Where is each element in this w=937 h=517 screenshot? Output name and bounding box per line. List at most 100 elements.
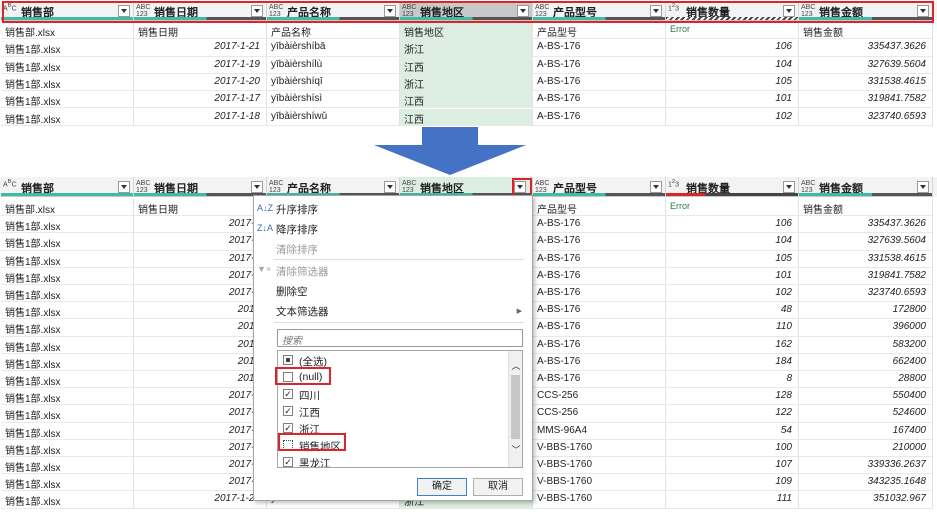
menu-text-filters[interactable]: 文本筛选器	[276, 304, 329, 319]
table-cell[interactable]: CCS-256	[533, 405, 666, 423]
table-cell[interactable]: 2017	[134, 336, 267, 354]
table-cell[interactable]: A-BS-176	[533, 39, 666, 57]
table-cell[interactable]: A-BS-176	[533, 250, 666, 268]
table-cell[interactable]: Error	[666, 22, 799, 40]
table-cell[interactable]: 江西	[400, 108, 533, 126]
table-cell[interactable]: 101	[666, 267, 799, 286]
table-cell[interactable]: A-BS-176	[533, 302, 666, 320]
table-cell[interactable]: 2017-1	[134, 439, 267, 458]
table-cell[interactable]: 销售1部.xlsx	[1, 267, 134, 286]
table-cell[interactable]: 销售日期	[134, 199, 267, 217]
table-cell[interactable]: 销售1部.xlsx	[1, 285, 134, 303]
menu-sort-descending[interactable]: 降序排序	[276, 222, 318, 237]
table-cell[interactable]: yībàièrshíbā	[267, 39, 400, 57]
table-cell[interactable]: 浙江	[400, 39, 533, 57]
table-cell[interactable]: 102	[666, 108, 799, 126]
table-cell[interactable]: 2017-1	[134, 405, 267, 423]
table-cell[interactable]: 111	[666, 491, 799, 509]
table-cell[interactable]: A-BS-176	[533, 267, 666, 286]
table-cell[interactable]: A-BS-176	[533, 353, 666, 372]
list-scrollbar[interactable]: ︿ ﹀	[508, 351, 522, 467]
table-cell[interactable]: 2017-1	[134, 457, 267, 475]
table-cell[interactable]: A-BS-176	[533, 285, 666, 303]
table-cell[interactable]: 583200	[799, 336, 933, 354]
table-cell[interactable]: yībàièrshílù	[267, 56, 400, 74]
scroll-thumb[interactable]	[511, 375, 520, 439]
table-cell[interactable]: 销售地区	[400, 22, 533, 40]
col-header-product[interactable]: ABC 123 产品名称	[267, 177, 400, 197]
table-cell[interactable]: 162	[666, 336, 799, 354]
table-cell[interactable]: 351032.967	[799, 491, 933, 509]
table-cell[interactable]: A-BS-176	[533, 91, 666, 109]
table-cell[interactable]: 浙江	[400, 73, 533, 92]
table-cell[interactable]: 100	[666, 439, 799, 458]
table-cell[interactable]: 销售部.xlsx	[1, 199, 134, 217]
table-cell[interactable]: 323740.6593	[799, 108, 933, 126]
table-cell[interactable]: 销售1部.xlsx	[1, 405, 134, 423]
table-cell[interactable]: 105	[666, 73, 799, 92]
table-cell[interactable]: 2017-1	[134, 267, 267, 286]
table-cell[interactable]: 109	[666, 474, 799, 492]
table-cell[interactable]: 105	[666, 250, 799, 268]
filter-dropdown-icon[interactable]	[917, 181, 929, 193]
table-cell[interactable]: 172800	[799, 302, 933, 320]
table-cell[interactable]: 销售1部.xlsx	[1, 302, 134, 320]
checkbox-partial-icon[interactable]	[283, 355, 293, 365]
table-cell[interactable]: 销售1部.xlsx	[1, 233, 134, 251]
table-cell[interactable]: 2017-1	[134, 233, 267, 251]
table-cell[interactable]: 319841.7582	[799, 267, 933, 286]
table-cell[interactable]: 销售金额	[799, 199, 933, 217]
table-cell[interactable]: 331538.4615	[799, 73, 933, 92]
table-cell[interactable]: A-BS-176	[533, 371, 666, 389]
table-cell[interactable]: CCS-256	[533, 388, 666, 406]
table-cell[interactable]: 2017-1	[134, 216, 267, 234]
table-cell[interactable]: 2017	[134, 371, 267, 389]
table-cell[interactable]: 2017-1	[134, 474, 267, 492]
table-cell[interactable]: 2017	[134, 353, 267, 372]
table-cell[interactable]: 331538.4615	[799, 250, 933, 268]
cancel-button[interactable]: 取消	[473, 478, 523, 496]
table-cell[interactable]: A-BS-176	[533, 233, 666, 251]
table-cell[interactable]: 323740.6593	[799, 285, 933, 303]
table-cell[interactable]: V-BBS-1760	[533, 457, 666, 475]
table-cell[interactable]: 销售1部.xlsx	[1, 91, 134, 109]
search-input[interactable]: 搜索	[277, 329, 523, 347]
table-cell[interactable]: A-BS-176	[533, 56, 666, 74]
checkbox-checked-icon[interactable]: ✓	[283, 423, 293, 433]
table-cell[interactable]: 销售1部.xlsx	[1, 56, 134, 74]
table-cell[interactable]: 销售1部.xlsx	[1, 474, 134, 492]
table-cell[interactable]: 335437.3626	[799, 39, 933, 57]
table-cell[interactable]: A-BS-176	[533, 73, 666, 92]
table-cell[interactable]: 524600	[799, 405, 933, 423]
table-cell[interactable]: 8	[666, 371, 799, 389]
table-cell[interactable]: A-BS-176	[533, 336, 666, 354]
table-cell[interactable]: 128	[666, 388, 799, 406]
table-cell[interactable]: 2017	[134, 319, 267, 337]
table-cell[interactable]: 122	[666, 405, 799, 423]
table-cell[interactable]: A-BS-176	[533, 319, 666, 337]
table-cell[interactable]: 107	[666, 457, 799, 475]
table-cell[interactable]: 335437.3626	[799, 216, 933, 234]
table-cell[interactable]: yībàièrshíwǔ	[267, 108, 400, 126]
table-cell[interactable]: A-BS-176	[533, 216, 666, 234]
table-cell[interactable]: 2017-1	[134, 388, 267, 406]
table-cell[interactable]: MMS-96A4	[533, 422, 666, 440]
table-cell[interactable]: 销售1部.xlsx	[1, 250, 134, 268]
table-cell[interactable]: yībàièrshíqī	[267, 73, 400, 92]
table-cell[interactable]: 销售部.xlsx	[1, 22, 134, 40]
table-cell[interactable]: 2017-1-17	[134, 91, 267, 109]
table-cell[interactable]: 396000	[799, 319, 933, 337]
table-cell[interactable]: 销售1部.xlsx	[1, 371, 134, 389]
checkbox-checked-icon[interactable]: ✓	[283, 389, 293, 399]
table-cell[interactable]: 销售1部.xlsx	[1, 422, 134, 440]
ok-button[interactable]: 确定	[417, 478, 467, 496]
table-cell[interactable]: 327639.5604	[799, 233, 933, 251]
filter-dropdown-icon[interactable]	[384, 181, 396, 193]
table-cell[interactable]: 2017-1-23	[134, 491, 267, 509]
table-cell[interactable]: 101	[666, 91, 799, 109]
table-cell[interactable]: V-BBS-1760	[533, 491, 666, 509]
table-cell[interactable]: 2017-1-21	[134, 39, 267, 57]
table-cell[interactable]: 销售1部.xlsx	[1, 336, 134, 354]
table-cell[interactable]: 江西	[400, 91, 533, 109]
table-cell[interactable]: 销售1部.xlsx	[1, 108, 134, 126]
